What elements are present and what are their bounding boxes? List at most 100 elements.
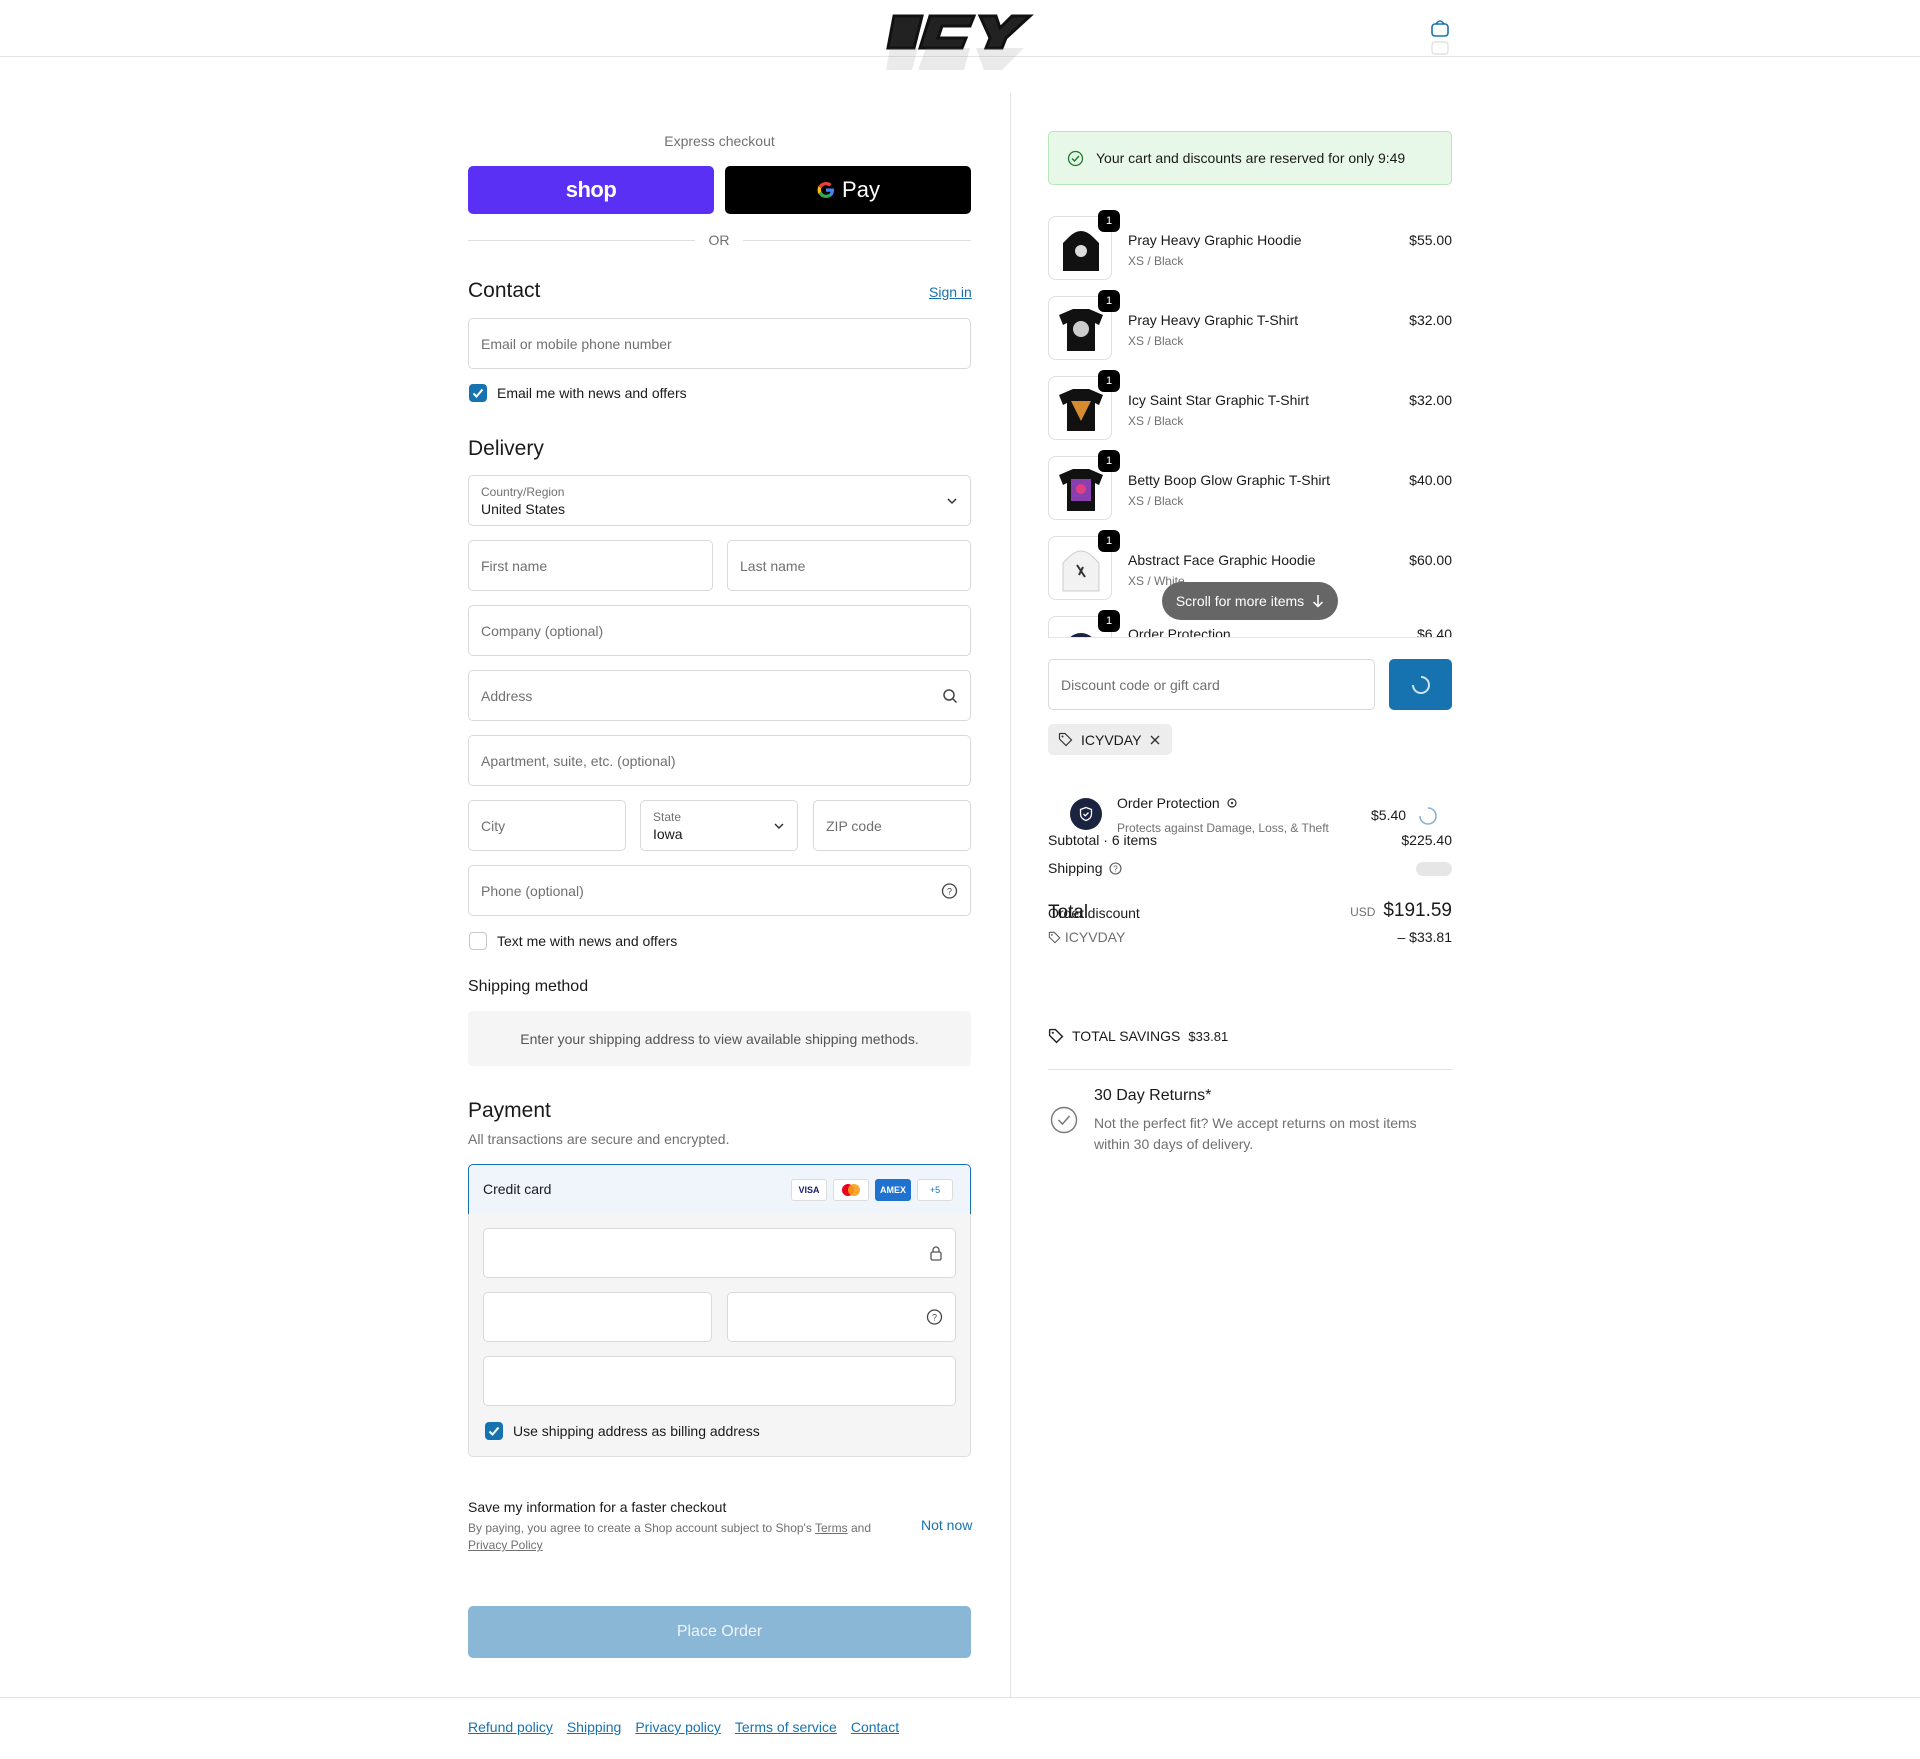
- footer-divider: [0, 1697, 1920, 1698]
- shipping-row: Shipping ?: [1048, 860, 1452, 876]
- tag-icon: [1048, 931, 1061, 944]
- icy-logo[interactable]: [884, 8, 1034, 72]
- email-placeholder: Email or mobile phone number: [481, 335, 672, 352]
- terms-of-service-link[interactable]: Terms of service: [735, 1719, 837, 1735]
- shipping-link[interactable]: Shipping: [567, 1719, 622, 1735]
- expiration-field[interactable]: [483, 1292, 712, 1342]
- first-name-field[interactable]: First name: [468, 540, 713, 591]
- security-code-field[interactable]: ?: [727, 1292, 956, 1342]
- billing-same-label: Use shipping address as billing address: [513, 1423, 760, 1439]
- company-field[interactable]: Company (optional): [468, 605, 971, 656]
- zip-field[interactable]: ZIP code: [813, 800, 971, 851]
- or-label: OR: [708, 232, 730, 248]
- apartment-field[interactable]: Apartment, suite, etc. (optional): [468, 735, 971, 786]
- privacy-link[interactable]: Privacy Policy: [468, 1538, 543, 1552]
- cart-items-list[interactable]: 1 Pray Heavy Graphic Hoodie XS / Black $…: [1048, 210, 1452, 638]
- credit-card-option[interactable]: Credit card VISA AMEX +5: [468, 1164, 971, 1215]
- cart-icon[interactable]: [1430, 18, 1450, 58]
- save-info-text: By paying, you agree to create a Shop ac…: [468, 1521, 812, 1535]
- item-price: $60.00: [1409, 552, 1452, 568]
- credit-card-form: ? Use shipping address as billing addres…: [468, 1214, 971, 1457]
- email-field[interactable]: Email or mobile phone number: [468, 318, 971, 369]
- payment-title: Payment: [468, 1099, 551, 1122]
- item-name: Pray Heavy Graphic T-Shirt: [1128, 312, 1299, 328]
- email-news-label: Email me with news and offers: [497, 385, 687, 401]
- order-protection-price: $5.40: [1371, 807, 1407, 823]
- save-info-terms: By paying, you agree to create a Shop ac…: [468, 1520, 888, 1554]
- info-icon[interactable]: [1227, 798, 1237, 808]
- help-icon[interactable]: ?: [941, 882, 958, 899]
- address-field[interactable]: Address: [468, 670, 971, 721]
- arrow-down-icon: [1313, 595, 1324, 608]
- cart-item: 1 Icy Saint Star Graphic T-Shirt XS / Bl…: [1048, 370, 1452, 442]
- tag-icon: [1048, 1028, 1064, 1044]
- google-pay-button[interactable]: Pay: [725, 166, 971, 214]
- discount-code-label: ICYVDAY: [1064, 929, 1126, 945]
- check-icon: [488, 1426, 500, 1436]
- credit-card-label: Credit card: [483, 1181, 552, 1197]
- city-field[interactable]: City: [468, 800, 626, 851]
- contact-title: Contact: [468, 279, 541, 302]
- savings-value: $33.81: [1188, 1028, 1229, 1044]
- delivery-title: Delivery: [468, 437, 544, 460]
- phone-field[interactable]: Phone (optional) ?: [468, 865, 971, 916]
- chevron-down-icon: [774, 822, 784, 829]
- country-value: United States: [481, 501, 566, 517]
- total-amount: USD $191.59: [1350, 900, 1452, 922]
- sign-in-link[interactable]: Sign in: [929, 284, 972, 300]
- country-select[interactable]: Country/Region United States: [468, 475, 971, 526]
- quantity-badge: 1: [1098, 530, 1120, 552]
- cart-item: 1 Pray Heavy Graphic Hoodie XS / Black $…: [1048, 210, 1452, 282]
- more-cards-label: +5: [929, 1185, 941, 1195]
- google-pay-label: Pay: [842, 177, 880, 202]
- discount-row: ICYVDAY – $33.81: [1048, 929, 1452, 945]
- last-name-field[interactable]: Last name: [727, 540, 971, 591]
- shipping-method-text: Enter your shipping address to view avai…: [520, 1030, 919, 1047]
- zip-placeholder: ZIP code: [826, 817, 882, 834]
- card-number-field[interactable]: [483, 1228, 956, 1278]
- last-name-placeholder: Last name: [740, 557, 806, 574]
- state-select[interactable]: State Iowa: [640, 800, 798, 851]
- help-icon[interactable]: ?: [1109, 862, 1122, 875]
- savings-label: TOTAL SAVINGS: [1072, 1028, 1181, 1044]
- tag-icon: [1058, 732, 1073, 747]
- search-icon: [943, 688, 958, 703]
- not-now-link[interactable]: Not now: [921, 1517, 972, 1533]
- quantity-badge: 1: [1098, 450, 1120, 472]
- scroll-more-button[interactable]: Scroll for more items: [1162, 582, 1338, 620]
- text-news-checkbox[interactable]: [469, 932, 487, 950]
- item-price: $6.40: [1416, 626, 1452, 638]
- returns-title: 30 Day Returns*: [1094, 1087, 1212, 1104]
- apply-discount-button[interactable]: [1389, 659, 1452, 710]
- place-order-label: Place Order: [676, 1623, 763, 1640]
- order-protection-icon: [1070, 798, 1102, 830]
- terms-link[interactable]: Terms: [815, 1521, 848, 1535]
- item-name: Betty Boop Glow Graphic T-Shirt: [1128, 472, 1331, 488]
- order-protection-toggle[interactable]: [1418, 806, 1438, 826]
- currency-label: USD: [1350, 905, 1376, 919]
- shipping-method-title: Shipping method: [468, 978, 589, 995]
- or-divider-left: [468, 240, 695, 241]
- footer-links: Refund policy Shipping Privacy policy Te…: [468, 1719, 899, 1735]
- refund-policy-link[interactable]: Refund policy: [468, 1719, 553, 1735]
- item-price: $55.00: [1409, 232, 1452, 248]
- applied-code-label: ICYVDAY: [1081, 731, 1142, 748]
- column-divider: [1010, 93, 1011, 1697]
- billing-same-checkbox[interactable]: [485, 1422, 503, 1440]
- close-icon[interactable]: [1149, 734, 1161, 746]
- privacy-policy-link[interactable]: Privacy policy: [635, 1719, 721, 1735]
- shop-pay-button[interactable]: shop: [468, 166, 714, 214]
- subtotal-value: $225.40: [1401, 832, 1452, 848]
- contact-link[interactable]: Contact: [851, 1719, 899, 1735]
- reservation-banner: Your cart and discounts are reserved for…: [1048, 131, 1452, 185]
- item-price: $32.00: [1409, 312, 1452, 328]
- help-icon[interactable]: ?: [926, 1309, 943, 1326]
- discount-code-field[interactable]: Discount code or gift card: [1048, 659, 1375, 710]
- place-order-button[interactable]: Place Order: [468, 1606, 971, 1658]
- name-on-card-field[interactable]: [483, 1356, 956, 1406]
- subtotal-row: Subtotal · 6 items $225.40: [1048, 832, 1452, 848]
- quantity-badge: 1: [1098, 610, 1120, 632]
- cart-item: 1 Betty Boop Glow Graphic T-Shirt XS / B…: [1048, 450, 1452, 522]
- email-news-checkbox[interactable]: [469, 384, 487, 402]
- shipping-label: Shipping: [1048, 860, 1103, 876]
